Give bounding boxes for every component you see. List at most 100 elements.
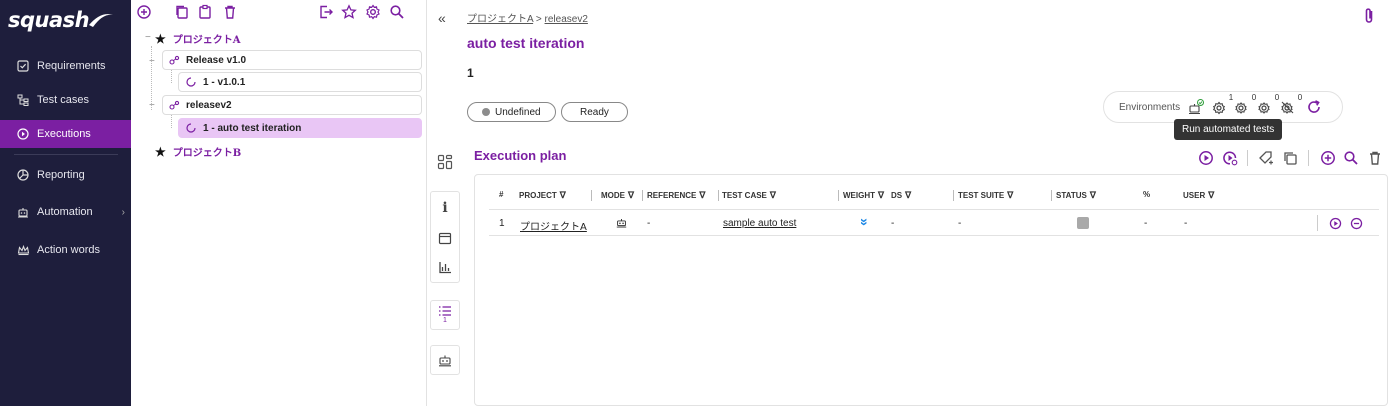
column-header-label: USER	[1183, 191, 1206, 200]
robot-check-icon[interactable]	[1188, 99, 1205, 115]
nav-item-automation[interactable]: Automation ›	[0, 198, 131, 226]
tree-node-label: プロジェクトA	[172, 35, 241, 46]
add-test-icon[interactable]	[1320, 150, 1336, 166]
cell-project-link[interactable]: プロジェクトA	[520, 218, 587, 233]
nav-label: Action words	[37, 244, 100, 256]
filter-icon[interactable]: ∇	[905, 190, 911, 200]
calendar-icon[interactable]	[438, 231, 452, 245]
nav-item-executions[interactable]: Executions	[0, 120, 131, 148]
settings-warning-icon[interactable]: 0	[1234, 93, 1256, 115]
tree-node-auto-test-iteration[interactable]: 1 - auto test iteration	[178, 118, 422, 138]
column-header-status[interactable]: STATUS ∇	[1056, 190, 1096, 201]
nav-label: Test cases	[37, 94, 89, 106]
status-label: Undefined	[495, 106, 541, 118]
tooltip: Run automated tests	[1174, 119, 1283, 140]
refresh-icon[interactable]	[1306, 99, 1322, 115]
delete-button[interactable]	[222, 2, 238, 22]
collapse-toggle[interactable]: −	[145, 32, 151, 43]
nav-item-reporting[interactable]: Reporting	[0, 161, 131, 189]
tree-icon	[16, 93, 30, 107]
attachment-icon[interactable]	[1363, 7, 1375, 25]
env-badge: 1	[1228, 93, 1234, 102]
tree-node-project-a[interactable]: ★ プロジェクトA	[155, 31, 241, 47]
tree-node-label: releasev2	[186, 99, 232, 111]
dashboard-icon[interactable]	[437, 154, 453, 170]
favorite-button[interactable]	[341, 2, 357, 22]
filter-icon[interactable]: ∇	[560, 190, 566, 200]
column-header-mode[interactable]: MODE ∇	[601, 190, 634, 201]
iteration-detail: « プロジェクトA > releasev2 auto test iteratio…	[428, 0, 1400, 406]
iteration-group-icon	[169, 100, 180, 110]
cell-reference: -	[647, 218, 651, 229]
info-icon[interactable]: i	[442, 200, 447, 216]
tree-node-release-v1[interactable]: Release v1.0	[162, 50, 422, 70]
filter-icon[interactable]: ∇	[699, 190, 705, 200]
tree-node-releasev2[interactable]: releasev2	[162, 95, 422, 115]
status-ready-button[interactable]: Ready	[561, 102, 628, 122]
filter-icon[interactable]: ∇	[1208, 190, 1214, 200]
search-button[interactable]	[389, 2, 405, 22]
copy-button[interactable]	[174, 2, 190, 22]
nav-item-action-words[interactable]: Action words	[0, 236, 131, 264]
nav-item-requirements[interactable]: Requirements	[0, 52, 131, 80]
remove-icon[interactable]	[1350, 217, 1363, 230]
settings-error-icon[interactable]: 0	[1257, 93, 1279, 115]
execution-plan-title: Execution plan	[474, 148, 567, 163]
filter-icon[interactable]: ∇	[1007, 190, 1013, 200]
env-badge: 0	[1274, 93, 1280, 102]
delete-icon[interactable]	[1367, 150, 1383, 166]
cell-dataset: -	[891, 218, 895, 229]
play-icon[interactable]	[1198, 150, 1214, 166]
tree-node-project-b[interactable]: ★ プロジェクトB	[155, 144, 241, 160]
column-header-project[interactable]: PROJECT ∇	[519, 190, 566, 201]
copy-filter-icon[interactable]	[1282, 150, 1298, 166]
environments-label: Environments	[1119, 101, 1181, 113]
collapse-panel-button[interactable]: «	[438, 10, 446, 26]
rail-execution-plan-button[interactable]: 1	[430, 300, 460, 330]
settings-icon[interactable]: 1	[1211, 93, 1233, 115]
toolbar-divider	[1247, 150, 1248, 166]
status-undefined-button[interactable]: Undefined	[467, 102, 556, 122]
breadcrumb-separator: >	[533, 14, 545, 25]
settings-button[interactable]	[365, 2, 381, 22]
breadcrumb-release-link[interactable]: releasev2	[545, 14, 588, 25]
bar-chart-icon[interactable]	[438, 260, 452, 274]
column-header-reference[interactable]: REFERENCE ∇	[647, 190, 705, 201]
filter-icon[interactable]: ∇	[878, 190, 884, 200]
logo[interactable]: squash	[0, 0, 131, 40]
settings-icon	[366, 4, 380, 20]
nav-divider	[14, 154, 118, 155]
filter-icon[interactable]: ∇	[1090, 190, 1096, 200]
execution-plan-table: # PROJECT ∇ MODE ∇ REFERENCE ∇ TEST CASE ∇ W…	[474, 174, 1388, 406]
filter-icon[interactable]: ∇	[770, 190, 776, 200]
env-badge: 0	[1251, 93, 1257, 102]
filter-icon[interactable]: ∇	[628, 190, 634, 200]
breadcrumb-project-link[interactable]: プロジェクトA	[467, 14, 533, 25]
collapse-toggle[interactable]: −	[149, 100, 155, 111]
column-header-label: DS	[891, 191, 903, 200]
status-indicator[interactable]	[1077, 217, 1089, 229]
export-button[interactable]	[318, 2, 334, 22]
run-automated-tests-icon[interactable]	[1222, 150, 1238, 166]
column-header-weight[interactable]: WEIGHT ∇	[843, 190, 884, 201]
cell-test-case-link[interactable]: sample auto test	[723, 218, 796, 229]
crown-icon	[16, 243, 30, 257]
add-button[interactable]	[136, 2, 152, 22]
nav-label: Executions	[37, 128, 91, 140]
column-header-user[interactable]: USER ∇	[1183, 190, 1214, 201]
table-row[interactable]: 1 プロジェクトA - sample auto test » - - - -	[489, 209, 1379, 236]
nav-item-test-cases[interactable]: Test cases	[0, 86, 131, 114]
column-header-datasets[interactable]: DS ∇	[891, 190, 911, 201]
paste-button[interactable]	[197, 2, 213, 22]
settings-off-icon[interactable]: 0	[1280, 93, 1302, 115]
rail-automation-button[interactable]	[430, 345, 460, 375]
tree-node-iteration-v101[interactable]: 1 - v1.0.1	[178, 72, 422, 92]
column-header-test-suite[interactable]: TEST SUITE ∇	[958, 190, 1013, 201]
tag-add-icon[interactable]	[1258, 150, 1274, 166]
search-icon[interactable]	[1343, 150, 1359, 166]
status-label: Ready	[580, 106, 609, 118]
column-header-test-case[interactable]: TEST CASE ∇	[722, 190, 776, 201]
collapse-toggle[interactable]: −	[149, 56, 155, 67]
play-icon[interactable]	[1329, 217, 1342, 230]
iteration-icon	[186, 123, 196, 133]
